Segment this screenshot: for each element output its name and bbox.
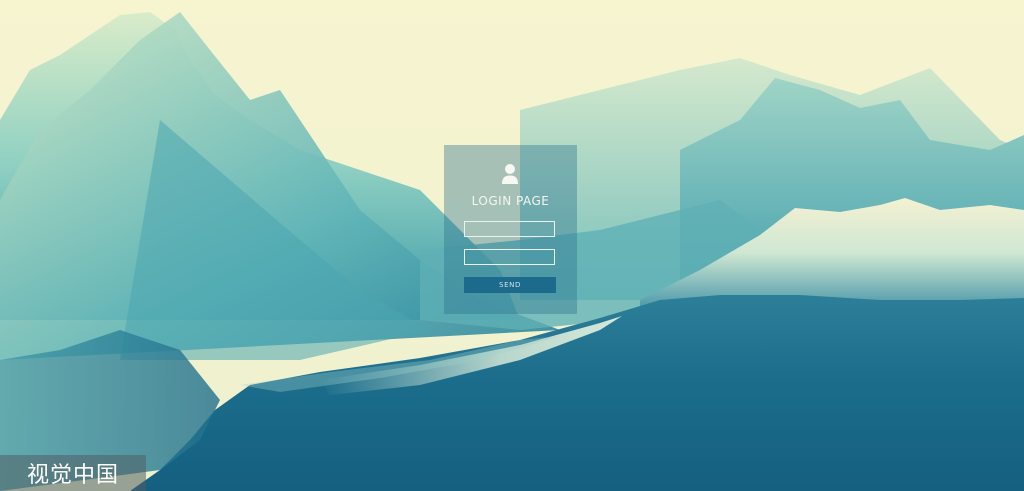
login-screen: LOGIN PAGE SEND 视觉中国 bbox=[0, 0, 1024, 491]
login-title: LOGIN PAGE bbox=[471, 194, 550, 208]
user-icon bbox=[502, 164, 518, 184]
send-button[interactable]: SEND bbox=[464, 277, 556, 293]
watermark-text: 视觉中国 bbox=[26, 463, 119, 488]
password-input[interactable] bbox=[464, 249, 555, 265]
watermark: 视觉中国 bbox=[0, 455, 146, 491]
login-panel: LOGIN PAGE SEND bbox=[444, 145, 577, 314]
username-input[interactable] bbox=[464, 221, 555, 237]
